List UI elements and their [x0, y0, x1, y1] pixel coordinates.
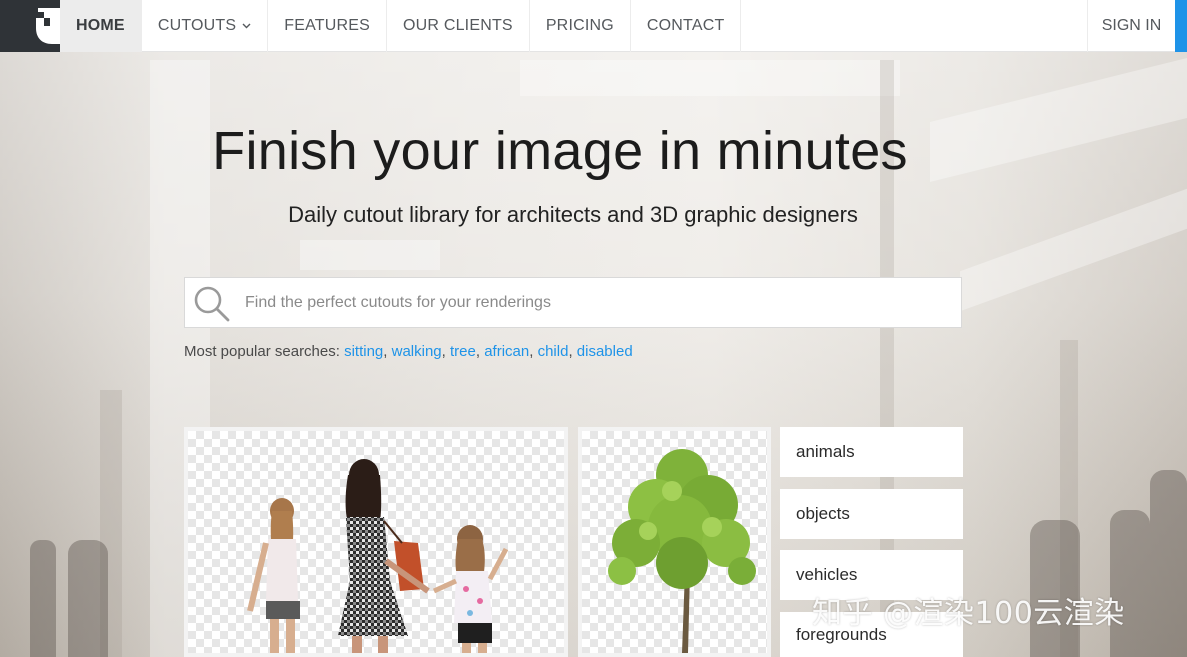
search-input[interactable]: [245, 286, 945, 320]
popular-searches-label: Most popular searches:: [184, 343, 340, 360]
watermark-text: 知乎 @渲染100云渲染: [812, 596, 1125, 631]
category-animals[interactable]: animals: [780, 427, 963, 477]
chevron-down-icon: [242, 23, 251, 29]
popular-searches: Most popular searches: sitting, walking,…: [184, 343, 633, 360]
top-navbar: HOME CUTOUTS FEATURES OUR CLIENTS PRICIN…: [0, 0, 1187, 52]
popular-term-tree[interactable]: tree: [450, 343, 476, 360]
popular-term-disabled[interactable]: disabled: [577, 343, 633, 360]
popular-term-african[interactable]: african: [484, 343, 529, 360]
main-menu: HOME CUTOUTS FEATURES OUR CLIENTS PRICIN…: [60, 0, 742, 52]
popular-term-sitting[interactable]: sitting: [344, 343, 383, 360]
cutout-card-tree[interactable]: [578, 427, 771, 657]
category-objects[interactable]: objects: [780, 489, 963, 539]
accent-strip: [1175, 0, 1187, 52]
logo[interactable]: [0, 0, 60, 52]
nav-contact[interactable]: CONTACT: [631, 0, 742, 52]
hero-subtitle: Daily cutout library for architects and …: [288, 202, 858, 227]
nav-pricing[interactable]: PRICING: [530, 0, 631, 52]
sign-in-link[interactable]: SIGN IN: [1087, 0, 1175, 52]
popular-term-walking[interactable]: walking: [392, 343, 442, 360]
cutout-card-people[interactable]: [184, 427, 568, 657]
nav-features[interactable]: FEATURES: [268, 0, 388, 52]
logo-icon: [36, 8, 60, 44]
hero-title: Finish your image in minutes: [212, 121, 908, 181]
nav-cutouts[interactable]: CUTOUTS: [142, 0, 269, 52]
people-cutout-image: [247, 459, 509, 653]
nav-our-clients[interactable]: OUR CLIENTS: [387, 0, 530, 52]
nav-home[interactable]: HOME: [60, 0, 142, 52]
search-box: [184, 277, 962, 328]
search-icon[interactable]: [191, 283, 233, 330]
tree-cutout-image: [608, 449, 756, 653]
popular-term-child[interactable]: child: [538, 343, 569, 360]
